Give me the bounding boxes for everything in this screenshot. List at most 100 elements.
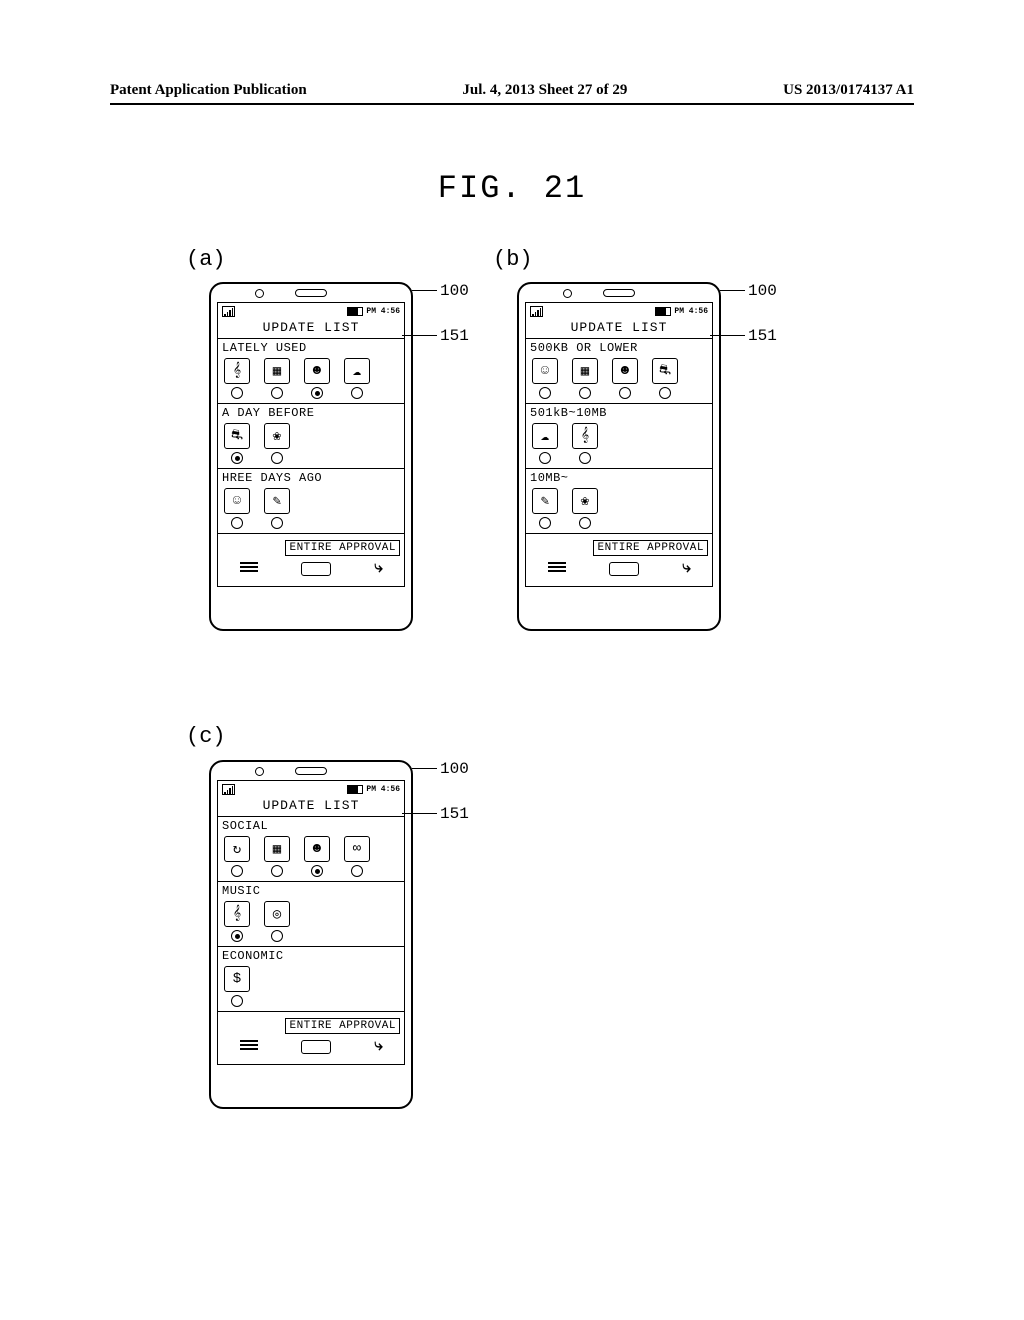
radio[interactable] <box>579 387 591 399</box>
car-icon: ⛐ <box>224 423 250 449</box>
radio[interactable] <box>311 865 323 877</box>
header-right: US 2013/0174137 A1 <box>783 82 914 99</box>
header-center: Jul. 4, 2013 Sheet 27 of 29 <box>462 82 627 99</box>
status-time: PM 4:56 <box>366 307 400 316</box>
camera-icon <box>563 289 572 298</box>
pencil-icon: ✎ <box>264 488 290 514</box>
radio[interactable] <box>271 517 283 529</box>
battery-icon <box>347 785 363 794</box>
group-title: A DAY BEFORE <box>218 404 404 421</box>
phone-a: PM 4:56 UPDATE LIST LATELY USED 𝄞 ▦ ☻ ☁ A DAY… <box>209 282 413 631</box>
home-button[interactable] <box>301 562 331 576</box>
radio[interactable] <box>231 930 243 942</box>
chat-icon: ☻ <box>304 836 330 862</box>
speaker-icon <box>603 289 635 297</box>
speaker-icon <box>295 767 327 775</box>
app-item[interactable]: $ <box>224 966 250 1007</box>
app-item[interactable]: ↻ <box>224 836 250 877</box>
entire-approval-button[interactable]: ENTIRE APPROVAL <box>593 540 708 556</box>
disc-icon: ◎ <box>264 901 290 927</box>
radio[interactable] <box>311 387 323 399</box>
radio[interactable] <box>579 517 591 529</box>
radio[interactable] <box>539 517 551 529</box>
app-item[interactable]: ✎ <box>264 488 290 529</box>
radio[interactable] <box>351 865 363 877</box>
panel-label-a: (a) <box>186 247 226 272</box>
back-icon[interactable]: ⤶ <box>682 562 691 574</box>
menu-icon[interactable] <box>240 562 258 572</box>
group-title: LATELY USED <box>218 339 404 356</box>
radio[interactable] <box>351 387 363 399</box>
money-icon: $ <box>224 966 250 992</box>
app-item[interactable]: ▦ <box>264 358 290 399</box>
chat-icon: ☻ <box>304 358 330 384</box>
group: ECONOMIC $ <box>218 947 404 1012</box>
home-button[interactable] <box>301 1040 331 1054</box>
app-item[interactable]: ⛐ <box>224 423 250 464</box>
update-list-title: UPDATE LIST <box>218 318 404 339</box>
app-item[interactable]: ☻ <box>304 358 330 399</box>
radio[interactable] <box>231 452 243 464</box>
app-item[interactable]: 𝄞 <box>224 358 250 399</box>
phone-top <box>211 284 411 302</box>
radio[interactable] <box>271 452 283 464</box>
group: HREE DAYS AGO☺✎ <box>218 469 404 534</box>
back-icon[interactable]: ⤶ <box>374 1040 383 1052</box>
car-icon: ⛐ <box>652 358 678 384</box>
people-icon: ∞ <box>344 836 370 862</box>
contacts-icon: ❀ <box>572 488 598 514</box>
app-item[interactable]: ◎ <box>264 901 290 942</box>
radio[interactable] <box>539 387 551 399</box>
app-item[interactable]: ▦ <box>572 358 598 399</box>
cloud-icon: ☁ <box>344 358 370 384</box>
camera-icon <box>255 289 264 298</box>
app-item[interactable]: ☁ <box>344 358 370 399</box>
radio[interactable] <box>231 387 243 399</box>
panel-label-b: (b) <box>493 247 533 272</box>
figure-title: FIG. 21 <box>0 170 1024 207</box>
contacts-icon: ❀ <box>264 423 290 449</box>
app-item[interactable]: ☺ <box>224 488 250 529</box>
page-header: Patent Application Publication Jul. 4, 2… <box>110 82 914 105</box>
app-item[interactable]: ▦ <box>264 836 290 877</box>
group: 501kB~10MB☁𝄞 <box>526 404 712 469</box>
radio[interactable] <box>539 452 551 464</box>
radio[interactable] <box>231 995 243 1007</box>
ref-151: 151 <box>748 327 777 345</box>
group-title: ECONOMIC <box>218 947 404 964</box>
app-item[interactable]: ❀ <box>264 423 290 464</box>
entire-approval-button[interactable]: ENTIRE APPROVAL <box>285 1018 400 1034</box>
radio[interactable] <box>579 452 591 464</box>
app-item[interactable]: 𝄞 <box>224 901 250 942</box>
phone-top <box>519 284 719 302</box>
radio[interactable] <box>619 387 631 399</box>
radio[interactable] <box>231 517 243 529</box>
app-item[interactable]: ∞ <box>344 836 370 877</box>
app-item[interactable]: 𝄞 <box>572 423 598 464</box>
app-item[interactable]: ☁ <box>532 423 558 464</box>
app-item[interactable]: ☻ <box>304 836 330 877</box>
menu-icon[interactable] <box>240 1040 258 1050</box>
group-title: MUSIC <box>218 882 404 899</box>
radio[interactable] <box>231 865 243 877</box>
group-title: 500KB OR LOWER <box>526 339 712 356</box>
person-icon: ☺ <box>224 488 250 514</box>
app-item[interactable]: ⛐ <box>652 358 678 399</box>
app-item[interactable]: ✎ <box>532 488 558 529</box>
radio[interactable] <box>271 865 283 877</box>
radio[interactable] <box>271 387 283 399</box>
app-item[interactable]: ☻ <box>612 358 638 399</box>
ref-100: 100 <box>440 760 469 778</box>
app-item[interactable]: ☺ <box>532 358 558 399</box>
app-item[interactable]: ❀ <box>572 488 598 529</box>
nav-bar: ⤶ <box>218 1036 404 1064</box>
signal-icon <box>222 306 235 317</box>
entire-approval-button[interactable]: ENTIRE APPROVAL <box>285 540 400 556</box>
radio[interactable] <box>659 387 671 399</box>
home-button[interactable] <box>609 562 639 576</box>
status-bar: PM 4:56 <box>526 303 712 318</box>
menu-icon[interactable] <box>548 562 566 572</box>
back-icon[interactable]: ⤶ <box>374 562 383 574</box>
pencil-icon: ✎ <box>532 488 558 514</box>
radio[interactable] <box>271 930 283 942</box>
